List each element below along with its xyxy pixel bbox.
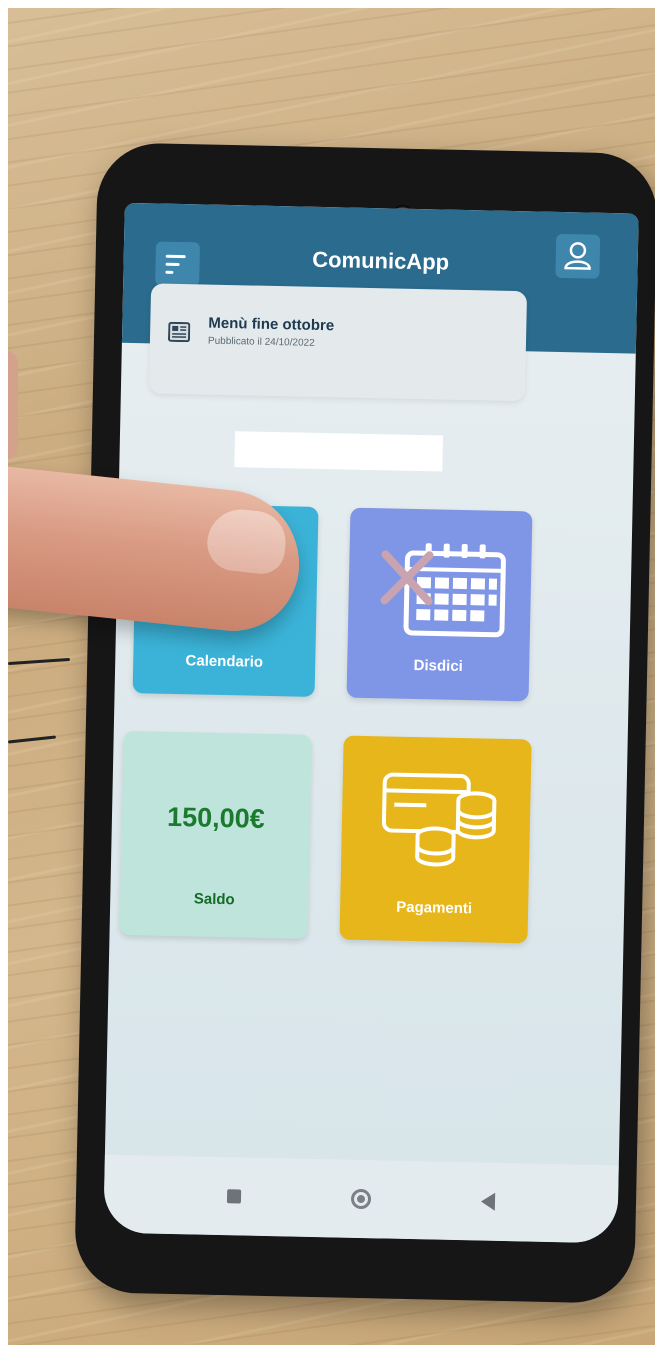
android-navigation-bar — [103, 1154, 619, 1244]
payments-tile[interactable]: Pagamenti — [339, 735, 532, 944]
news-card[interactable]: Menù fine ottobre Pubblicato il 24/10/20… — [148, 283, 528, 402]
user-profile-button[interactable] — [555, 233, 601, 279]
triangle-back-icon[interactable] — [480, 1192, 496, 1211]
phone-screen: ComunicApp Menù fine ottobre Pubblicato — [103, 202, 639, 1244]
circle-icon[interactable] — [350, 1188, 372, 1210]
newspaper-icon — [168, 321, 191, 343]
square-icon[interactable] — [226, 1189, 242, 1204]
cancel-label: Disdici — [413, 656, 463, 676]
cancel-tile[interactable]: Disdici — [346, 507, 533, 702]
card-coins-icon — [381, 772, 497, 867]
news-title: Menù fine ottobre — [208, 314, 335, 335]
calendar-label: Calendario — [185, 652, 264, 671]
redacted-area — [234, 431, 444, 472]
fingernail — [204, 506, 289, 577]
calendar-cancel-icon — [380, 543, 506, 638]
user-icon — [564, 242, 591, 270]
balance-label: Saldo — [193, 890, 235, 909]
smartphone: ComunicApp Menù fine ottobre Pubblicato — [74, 142, 658, 1304]
app-header: ComunicApp Menù fine ottobre Pubblicato — [121, 202, 639, 402]
hand-edge — [0, 350, 18, 460]
balance-value: 150,00€ — [166, 801, 266, 834]
balance-tile[interactable]: 150,00€ Saldo — [119, 730, 312, 939]
menu-icon-line — [165, 270, 174, 274]
payments-label: Pagamenti — [396, 898, 473, 918]
news-date: Pubblicato il 24/10/2022 — [207, 335, 315, 349]
